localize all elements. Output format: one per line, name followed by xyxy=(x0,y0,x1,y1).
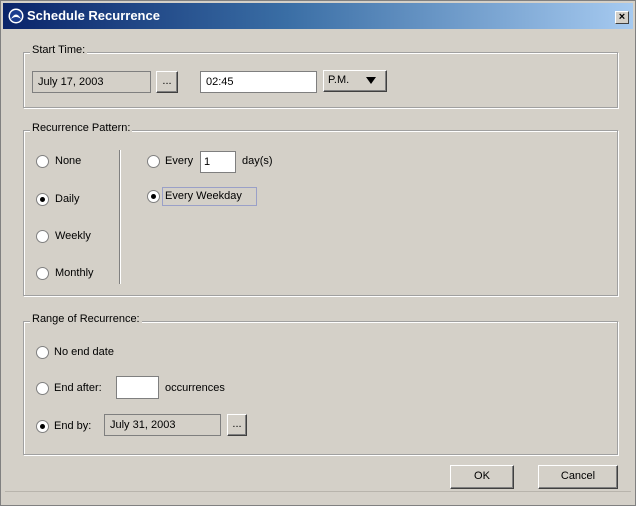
chevron-down-icon xyxy=(366,77,376,84)
every-label: Every xyxy=(165,155,194,167)
end-after-radio[interactable] xyxy=(36,382,49,395)
recurrence-pattern-group xyxy=(23,130,618,296)
ok-button[interactable]: OK xyxy=(450,465,514,489)
start-time-legend: Start Time: xyxy=(30,44,88,56)
recurrence-pattern-legend: Recurrence Pattern: xyxy=(30,122,133,134)
pattern-none-radio[interactable] xyxy=(36,155,49,168)
pattern-monthly-label: Monthly xyxy=(55,267,94,279)
no-end-date-label: No end date xyxy=(54,346,114,358)
pattern-divider xyxy=(119,150,120,284)
every-days-input[interactable]: 1 xyxy=(200,151,236,173)
title-bar[interactable]: Schedule Recurrence × xyxy=(3,3,633,29)
cancel-button[interactable]: Cancel xyxy=(538,465,618,489)
days-label: day(s) xyxy=(242,155,273,167)
pattern-weekly-radio[interactable] xyxy=(36,230,49,243)
end-after-label: End after: xyxy=(54,382,102,394)
end-by-date-picker-button[interactable]: ... xyxy=(227,414,247,436)
every-weekday-label: Every Weekday xyxy=(165,190,242,202)
start-time-input[interactable]: 02:45 xyxy=(200,71,317,93)
pattern-none-label: None xyxy=(55,155,82,167)
bottom-edge-line xyxy=(5,491,631,492)
end-after-input[interactable] xyxy=(116,376,159,399)
schedule-recurrence-dialog: Schedule Recurrence × Start Time: July 1… xyxy=(0,0,636,506)
start-date-field[interactable]: July 17, 2003 xyxy=(32,71,151,93)
window-title: Schedule Recurrence xyxy=(27,8,160,23)
pattern-weekly-label: Weekly xyxy=(55,230,91,242)
pattern-daily-radio[interactable] xyxy=(36,193,49,206)
app-logo-icon xyxy=(8,8,24,24)
pattern-daily-label: Daily xyxy=(55,193,80,205)
every-weekday-radio[interactable] xyxy=(147,190,160,203)
no-end-date-radio[interactable] xyxy=(36,346,49,359)
range-of-recurrence-legend: Range of Recurrence: xyxy=(30,313,142,325)
close-button[interactable]: × xyxy=(615,11,629,24)
close-icon: × xyxy=(618,11,626,23)
ampm-value: P.M. xyxy=(328,74,350,86)
pattern-monthly-radio[interactable] xyxy=(36,267,49,280)
every-n-days-radio[interactable] xyxy=(147,155,160,168)
end-by-date-field[interactable]: July 31, 2003 xyxy=(104,414,221,436)
start-date-picker-button[interactable]: ... xyxy=(156,71,178,93)
ampm-select[interactable]: P.M. xyxy=(323,70,387,92)
end-by-label: End by: xyxy=(54,420,92,432)
end-by-radio[interactable] xyxy=(36,420,49,433)
occurrences-label: occurrences xyxy=(165,382,225,394)
